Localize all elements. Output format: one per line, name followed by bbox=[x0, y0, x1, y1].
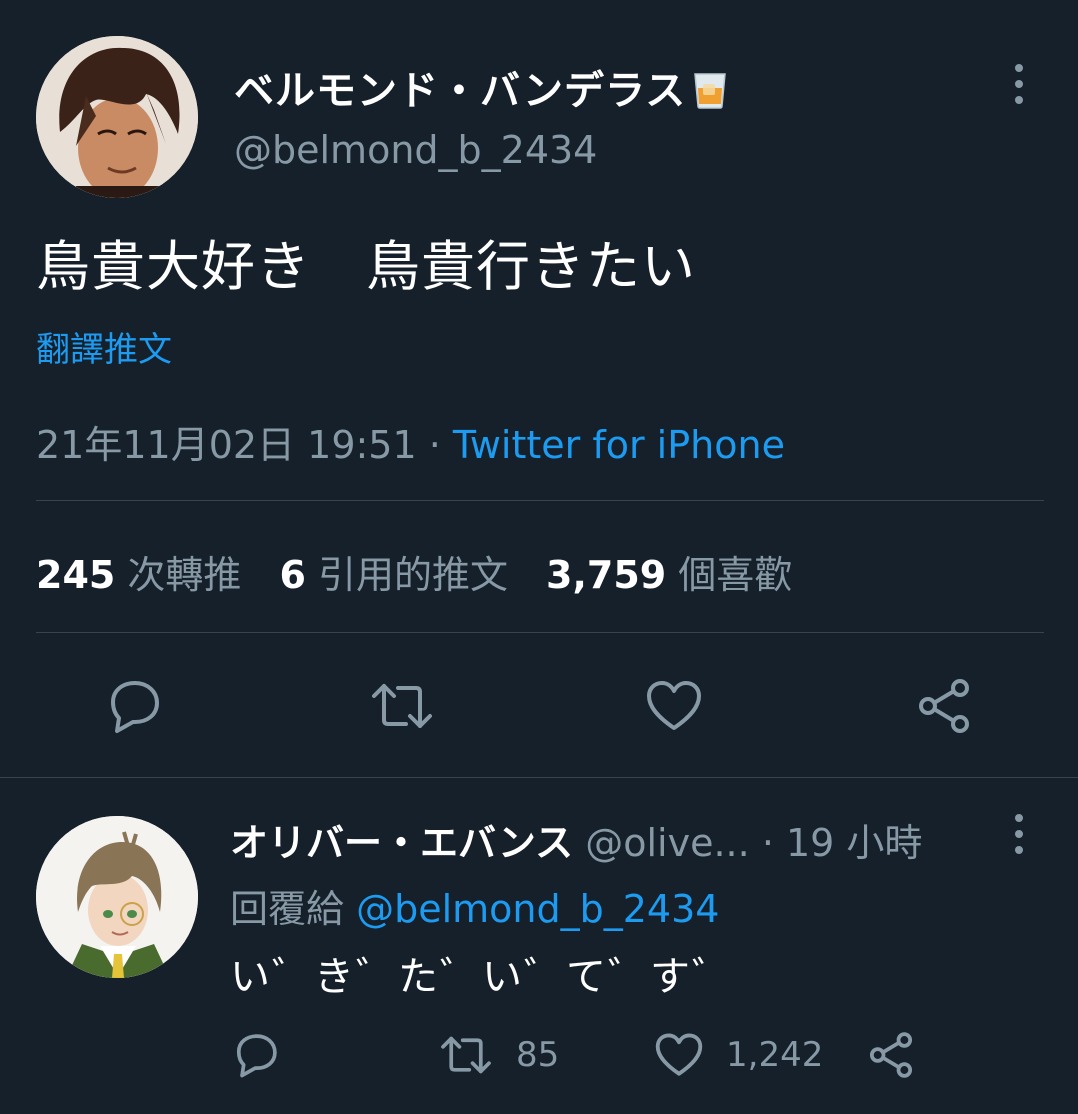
quote-label: 引用的推文 bbox=[317, 553, 508, 597]
reply-icon bbox=[111, 681, 159, 733]
tweet-stats: 245 次轉推 6 引用的推文 3,759 個喜歡 bbox=[36, 544, 792, 599]
like-label: 個喜歡 bbox=[678, 553, 793, 597]
retweet-button[interactable] bbox=[370, 674, 434, 738]
retweet-label: 次轉推 bbox=[127, 553, 242, 597]
heart-icon bbox=[647, 681, 701, 730]
author-avatar[interactable] bbox=[36, 36, 198, 198]
share-icon bbox=[919, 679, 969, 733]
reply-share-button[interactable] bbox=[866, 1027, 916, 1083]
reply-prefix: 回覆給 bbox=[230, 887, 345, 931]
quote-stat[interactable]: 6 引用的推文 bbox=[279, 553, 508, 597]
author-display-name[interactable]: ベルモンド・バンデラス bbox=[234, 58, 728, 120]
reply-author-handle[interactable]: @olive... bbox=[585, 821, 749, 865]
reply-time[interactable]: · 19 小時 bbox=[762, 821, 923, 865]
reply-text: い゛き゛た゛い゛て゛す゛ bbox=[230, 954, 734, 1000]
retweet-icon bbox=[372, 684, 432, 728]
author-handle[interactable]: @belmond_b_2434 bbox=[234, 128, 597, 172]
meta-separator: · bbox=[416, 423, 453, 467]
reply-icon bbox=[236, 1034, 277, 1078]
tumbler-glass-emoji-icon bbox=[692, 70, 728, 120]
reply-author-avatar[interactable] bbox=[36, 816, 198, 978]
reply-retweet-button[interactable]: 85 bbox=[438, 1027, 559, 1083]
tweet-source-link[interactable]: Twitter for iPhone bbox=[453, 423, 785, 467]
reply-like-count: 1,242 bbox=[726, 1035, 824, 1075]
share-icon bbox=[869, 1032, 913, 1078]
tweet-detail-page: ベルモンド・バンデラス @belmond_b_2434 鳥貴大好き 鳥貴行きたい… bbox=[0, 0, 1078, 1114]
heart-icon bbox=[655, 1033, 703, 1076]
like-count: 3,759 bbox=[546, 553, 667, 597]
retweet-icon bbox=[441, 1036, 491, 1074]
reply-mention-link[interactable]: @belmond_b_2434 bbox=[356, 887, 719, 931]
quote-count: 6 bbox=[279, 553, 306, 597]
like-button[interactable] bbox=[642, 674, 706, 738]
divider bbox=[0, 777, 1078, 778]
tweet-timestamp: 21年11月02日 19:51 bbox=[36, 423, 417, 467]
share-button[interactable] bbox=[912, 674, 976, 738]
reply-like-button[interactable]: 1,242 bbox=[654, 1027, 823, 1083]
divider bbox=[36, 500, 1044, 501]
reply-button[interactable] bbox=[102, 674, 166, 738]
more-options-icon[interactable] bbox=[1014, 64, 1024, 104]
replying-to: 回覆給 @belmond_b_2434 bbox=[230, 878, 719, 933]
tweet-meta: 21年11月02日 19:51 · Twitter for iPhone bbox=[36, 414, 785, 469]
retweet-count: 245 bbox=[36, 553, 116, 597]
reply-retweet-count: 85 bbox=[516, 1035, 560, 1075]
reply-reply-button[interactable] bbox=[232, 1027, 280, 1083]
translate-tweet-link[interactable]: 翻譯推文 bbox=[36, 322, 172, 371]
reply-author-name[interactable]: オリバー・エバンス bbox=[230, 821, 573, 865]
retweet-stat[interactable]: 245 次轉推 bbox=[36, 553, 241, 597]
divider bbox=[36, 632, 1044, 633]
like-stat[interactable]: 3,759 個喜歡 bbox=[546, 553, 792, 597]
author-name-text: ベルモンド・バンデラス bbox=[234, 68, 687, 114]
reply-header: オリバー・エバンス @olive... · 19 小時 bbox=[230, 812, 922, 867]
reply-more-options-icon[interactable] bbox=[1014, 814, 1024, 854]
tweet-text: 鳥貴大好き 鳥貴行きたい bbox=[36, 235, 696, 298]
